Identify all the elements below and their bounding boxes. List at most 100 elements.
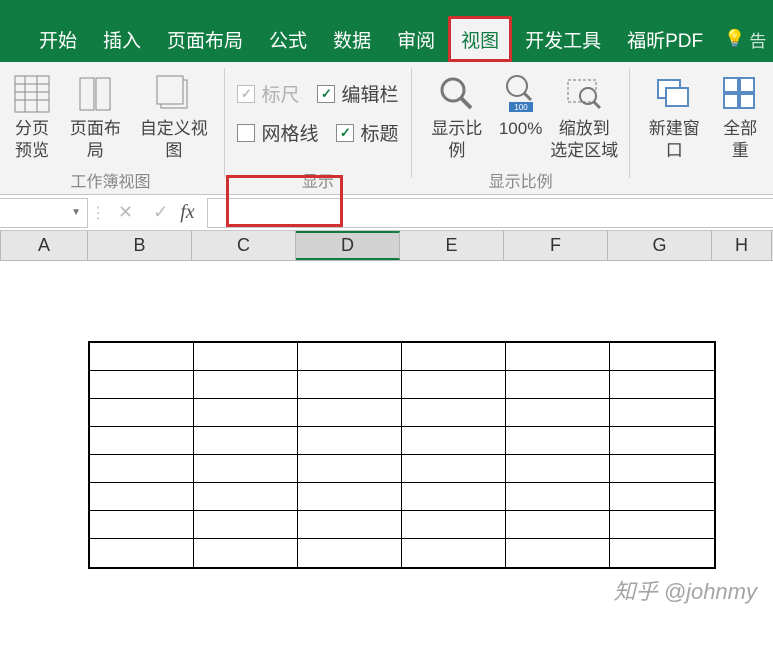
tab-view[interactable]: 视图	[448, 16, 512, 62]
table-cell[interactable]	[610, 399, 714, 427]
table-cell[interactable]	[298, 343, 402, 371]
worksheet-area[interactable]: 知乎 @johnmy	[0, 261, 773, 626]
formula-bar-row: ▼ ⋮ ✕ ✓ fx	[0, 195, 773, 231]
arrange-all-label: 全部重	[715, 118, 765, 162]
table-cell[interactable]	[194, 399, 298, 427]
table-cell[interactable]	[506, 483, 610, 511]
col-B[interactable]: B	[88, 231, 192, 260]
arrange-all-button[interactable]: 全部重	[711, 68, 769, 164]
tell-me-search[interactable]: 💡 告	[716, 16, 766, 62]
col-C[interactable]: C	[192, 231, 296, 260]
group-show-label: 显示	[228, 168, 408, 192]
tab-formulas[interactable]: 公式	[256, 16, 320, 62]
table-cell[interactable]	[610, 455, 714, 483]
table-cell[interactable]	[298, 455, 402, 483]
table-cell[interactable]	[194, 371, 298, 399]
page-layout-view-button[interactable]: 页面布局	[60, 68, 131, 164]
table-cell[interactable]	[402, 343, 506, 371]
col-D[interactable]: D	[296, 231, 400, 260]
table-cell[interactable]	[402, 399, 506, 427]
name-box[interactable]: ▼	[0, 198, 88, 228]
fx-icon[interactable]: fx	[168, 201, 206, 224]
table-cell[interactable]	[90, 399, 194, 427]
bulb-icon: 💡	[724, 29, 745, 49]
table-cell[interactable]	[506, 511, 610, 539]
table-cell[interactable]	[506, 399, 610, 427]
table-cell[interactable]	[194, 343, 298, 371]
table-cell[interactable]	[194, 483, 298, 511]
table-cell[interactable]	[298, 371, 402, 399]
group-window: 新建窗口 全部重	[633, 62, 773, 194]
table-cell[interactable]	[610, 371, 714, 399]
table-cell[interactable]	[506, 371, 610, 399]
qat-redo-icon[interactable]	[380, 3, 402, 13]
qat-new-icon[interactable]	[95, 3, 117, 13]
table-row	[90, 455, 714, 483]
table-cell[interactable]	[610, 539, 714, 567]
zoom-label: 显示比例	[423, 118, 491, 162]
table-cell[interactable]	[506, 427, 610, 455]
table-cell[interactable]	[402, 427, 506, 455]
table-cell[interactable]	[298, 539, 402, 567]
table-cell[interactable]	[194, 511, 298, 539]
table-cell[interactable]	[90, 343, 194, 371]
custom-views-button[interactable]: 自定义视图	[131, 68, 217, 164]
table-cell[interactable]	[402, 511, 506, 539]
ribbon-separator	[224, 68, 225, 178]
formula-input[interactable]	[207, 198, 773, 228]
formula-bar-checkbox[interactable]: 编辑栏	[317, 80, 398, 107]
table-cell[interactable]	[506, 455, 610, 483]
zoom-selection-icon	[564, 70, 604, 118]
qat-undo-icon[interactable]	[323, 3, 345, 13]
tab-page-layout[interactable]: 页面布局	[154, 16, 256, 62]
headings-checkbox[interactable]: 标题	[336, 119, 398, 146]
table-cell[interactable]	[402, 539, 506, 567]
col-A[interactable]: A	[0, 231, 88, 260]
table-cell[interactable]	[402, 455, 506, 483]
page-layout-view-label: 页面布局	[64, 118, 127, 162]
table-cell[interactable]	[610, 427, 714, 455]
table-cell[interactable]	[90, 511, 194, 539]
qat-preview-icon[interactable]	[266, 3, 288, 13]
tab-review[interactable]: 审阅	[384, 16, 448, 62]
table-cell[interactable]	[506, 343, 610, 371]
table-cell[interactable]	[610, 511, 714, 539]
col-E[interactable]: E	[400, 231, 504, 260]
table-cell[interactable]	[194, 455, 298, 483]
new-window-button[interactable]: 新建窗口	[637, 68, 711, 164]
qat-touch-icon[interactable]	[152, 3, 174, 13]
table-cell[interactable]	[90, 371, 194, 399]
zoom-to-selection-button[interactable]: 缩放到 选定区域	[546, 68, 622, 164]
col-H[interactable]: H	[712, 231, 772, 260]
table-cell[interactable]	[90, 483, 194, 511]
zoom-button[interactable]: 显示比例	[419, 68, 495, 164]
table-cell[interactable]	[90, 455, 194, 483]
zoom-100-icon: 100	[501, 70, 541, 118]
tab-data[interactable]: 数据	[320, 16, 384, 62]
page-break-preview-button[interactable]: 分页 预览	[4, 68, 60, 164]
table-cell[interactable]	[402, 483, 506, 511]
tab-developer[interactable]: 开发工具	[512, 16, 614, 62]
table-cell[interactable]	[90, 539, 194, 567]
qat-check-icon[interactable]	[209, 3, 231, 13]
table-cell[interactable]	[506, 539, 610, 567]
tab-foxit-pdf[interactable]: 福昕PDF	[614, 16, 716, 62]
qat-save-icon[interactable]	[38, 3, 60, 13]
tab-home[interactable]: 开始	[26, 16, 90, 62]
table-cell[interactable]	[298, 511, 402, 539]
table-cell[interactable]	[194, 427, 298, 455]
tab-insert[interactable]: 插入	[90, 16, 154, 62]
col-G[interactable]: G	[608, 231, 712, 260]
gridlines-checkbox[interactable]: 网格线	[237, 119, 318, 146]
ribbon: 分页 预览 页面布局 自定义视图 工作簿视图 标尺	[0, 62, 773, 195]
table-cell[interactable]	[610, 343, 714, 371]
table-cell[interactable]	[90, 427, 194, 455]
table-cell[interactable]	[298, 483, 402, 511]
table-cell[interactable]	[402, 371, 506, 399]
table-cell[interactable]	[298, 399, 402, 427]
col-F[interactable]: F	[504, 231, 608, 260]
table-cell[interactable]	[194, 539, 298, 567]
table-cell[interactable]	[610, 483, 714, 511]
table-cell[interactable]	[298, 427, 402, 455]
zoom-100-button[interactable]: 100 100%	[495, 68, 546, 164]
